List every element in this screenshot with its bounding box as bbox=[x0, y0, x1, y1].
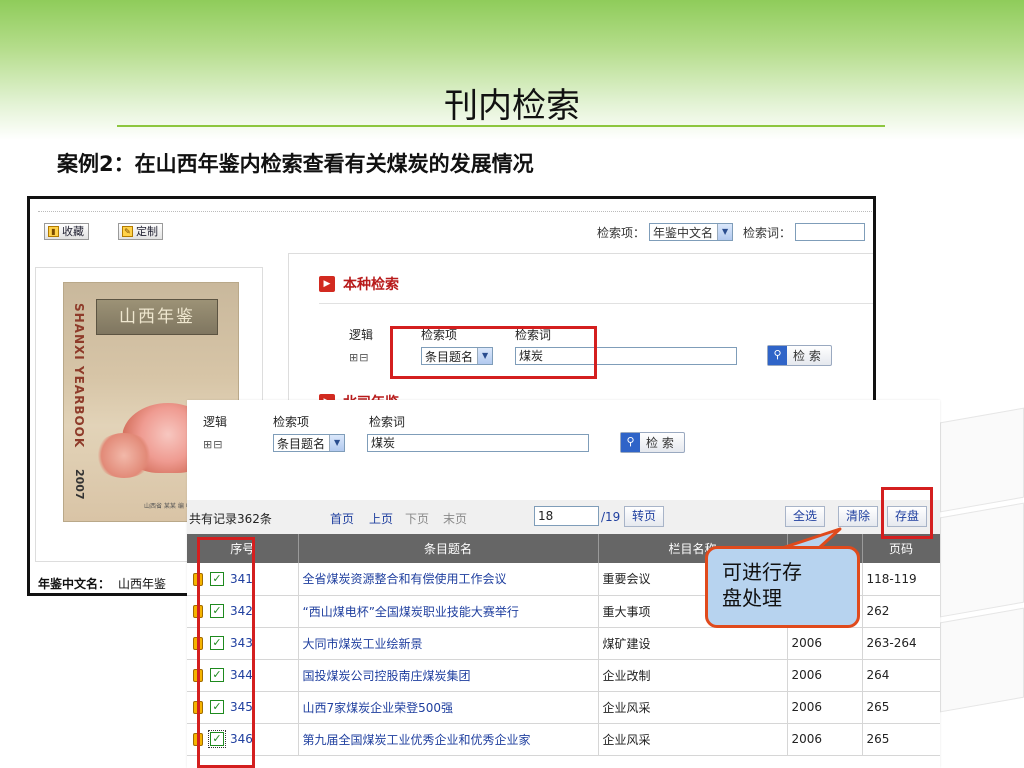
search-icon: ⚲ bbox=[768, 346, 787, 365]
page-cell: 264 bbox=[862, 659, 940, 692]
column-cell: 企业风采 bbox=[598, 691, 788, 724]
customize-button[interactable]: ✎ 定制 bbox=[118, 223, 163, 240]
search-button[interactable]: ⚲ 检 索 bbox=[620, 432, 685, 453]
page-total: /19 bbox=[601, 510, 621, 524]
search-icon: ⚲ bbox=[621, 433, 640, 452]
top-dotted-line bbox=[38, 211, 873, 212]
highlight-box-save bbox=[881, 487, 933, 539]
title-link[interactable]: “西山煤电杯”全国煤炭职业技能大赛举行 bbox=[298, 595, 599, 628]
field-select[interactable]: 条目题名 ▼ bbox=[273, 434, 346, 452]
search-button-label: 检 索 bbox=[646, 436, 674, 450]
first-page-link[interactable]: 首页 bbox=[330, 510, 354, 527]
title-link[interactable]: 大同市煤炭工业绘新景 bbox=[298, 627, 599, 660]
field-label: 检索项 bbox=[273, 415, 310, 429]
title-link[interactable]: 全省煤炭资源整合和有偿使用工作会议 bbox=[298, 563, 599, 596]
search-button-label: 检 索 bbox=[793, 349, 821, 363]
section-this-search: ▶ 本种检索 bbox=[319, 274, 399, 294]
top-search-bar: 检索项： 年鉴中文名 ▼ 检索词： bbox=[597, 223, 866, 241]
slide-title: 刊内检索 bbox=[444, 86, 580, 126]
cube-face bbox=[940, 607, 1024, 713]
page-cell: 265 bbox=[862, 691, 940, 724]
customize-label: 定制 bbox=[136, 225, 158, 238]
search-button[interactable]: ⚲ 检 索 bbox=[767, 345, 832, 366]
page-cell: 265 bbox=[862, 723, 940, 756]
next-page-link[interactable]: 下页 bbox=[405, 510, 429, 527]
last-page-link[interactable]: 末页 bbox=[443, 510, 467, 527]
top-field-label: 检索项： bbox=[597, 225, 646, 240]
table-row: ✓ 343 大同市煤炭工业绘新景 煤矿建设 2006 263-264 bbox=[187, 627, 940, 660]
cube-face bbox=[940, 407, 1024, 513]
column-cell: 企业风采 bbox=[598, 723, 788, 756]
page-cell: 262 bbox=[862, 595, 940, 628]
title-link[interactable]: 国投煤炭公司控股南庄煤炭集团 bbox=[298, 659, 599, 692]
section-title: 本种检索 bbox=[343, 277, 399, 293]
lotus-flower bbox=[94, 433, 154, 478]
pager-bar: 共有记录362条 首页 上页 下页 末页 18 /19 转页 全选 清除 存盘 bbox=[187, 500, 940, 534]
bookmark-icon: ▮ bbox=[48, 226, 59, 237]
cover-banner: 山西年鉴 bbox=[96, 299, 218, 335]
title-divider bbox=[117, 125, 885, 127]
clear-button[interactable]: 清除 bbox=[838, 506, 879, 527]
record-count: 共有记录362条 bbox=[189, 512, 272, 526]
cover-year: 2007 bbox=[73, 469, 86, 500]
table-row: ✓ 346 第九届全国煤炭工业优秀企业和优秀企业家 企业风采 2006 265 bbox=[187, 723, 940, 756]
highlight-box-seq-column bbox=[197, 537, 255, 768]
header-title: 条目题名 bbox=[298, 534, 599, 563]
highlight-box bbox=[390, 326, 597, 379]
page-cell: 118-119 bbox=[862, 563, 940, 596]
table-row: ✓ 344 国投煤炭公司控股南庄煤炭集团 企业改制 2006 264 bbox=[187, 659, 940, 692]
callout-bubble: 可进行存 盘处理 bbox=[705, 546, 860, 628]
yearbook-name-value: 山西年鉴 bbox=[118, 577, 167, 591]
prev-page-link[interactable]: 上页 bbox=[369, 510, 393, 527]
logic-label: 逻辑 bbox=[203, 415, 228, 429]
chevron-down-icon: ▼ bbox=[329, 435, 345, 451]
goto-page-button[interactable]: 转页 bbox=[624, 506, 665, 527]
yearbook-name-label: 年鉴中文名： bbox=[38, 577, 111, 591]
year-cell: 2006 bbox=[787, 691, 863, 724]
logic-label: 逻辑 bbox=[349, 328, 374, 342]
add-remove-toggle[interactable]: ⊞⊟ bbox=[349, 351, 369, 364]
page-cell: 263-264 bbox=[862, 627, 940, 660]
add-remove-toggle[interactable]: ⊞⊟ bbox=[203, 438, 223, 451]
favorite-label: 收藏 bbox=[62, 225, 84, 238]
cover-vertical-title: SHANXI YEARBOOK bbox=[72, 303, 86, 449]
callout-line-1: 可进行存 bbox=[722, 560, 802, 584]
table-row: ✓ 345 山西7家煤炭企业荣登500强 企业风采 2006 265 bbox=[187, 691, 940, 724]
word-label: 检索词 bbox=[369, 415, 406, 429]
decorative-cube bbox=[930, 407, 1024, 715]
callout-line-2: 盘处理 bbox=[722, 586, 782, 610]
pencil-icon: ✎ bbox=[122, 226, 133, 237]
top-word-input[interactable] bbox=[795, 223, 866, 241]
cube-face bbox=[940, 502, 1024, 618]
column-cell: 煤矿建设 bbox=[598, 627, 788, 660]
section-divider bbox=[319, 303, 873, 304]
chevron-down-icon: ▼ bbox=[717, 224, 733, 240]
case-description: 案例2：在山西年鉴内检索查看有关煤炭的发展情况 bbox=[57, 152, 534, 176]
title-link[interactable]: 山西7家煤炭企业荣登500强 bbox=[298, 691, 599, 724]
top-word-label: 检索词： bbox=[743, 225, 792, 240]
favorite-button[interactable]: ▮ 收藏 bbox=[44, 223, 89, 240]
keyword-input[interactable]: 煤炭 bbox=[367, 434, 589, 452]
top-field-select[interactable]: 年鉴中文名 ▼ bbox=[649, 223, 734, 241]
page-number-input[interactable]: 18 bbox=[534, 506, 599, 526]
yearbook-name: 年鉴中文名： 山西年鉴 bbox=[38, 575, 166, 592]
year-cell: 2006 bbox=[787, 627, 863, 660]
title-link[interactable]: 第九届全国煤炭工业优秀企业和优秀企业家 bbox=[298, 723, 599, 756]
select-all-button[interactable]: 全选 bbox=[785, 506, 826, 527]
top-field-value: 年鉴中文名 bbox=[653, 225, 714, 240]
arrow-right-icon: ▶ bbox=[319, 276, 335, 292]
column-cell: 企业改制 bbox=[598, 659, 788, 692]
field-value: 条目题名 bbox=[277, 436, 326, 451]
year-cell: 2006 bbox=[787, 723, 863, 756]
year-cell: 2006 bbox=[787, 659, 863, 692]
